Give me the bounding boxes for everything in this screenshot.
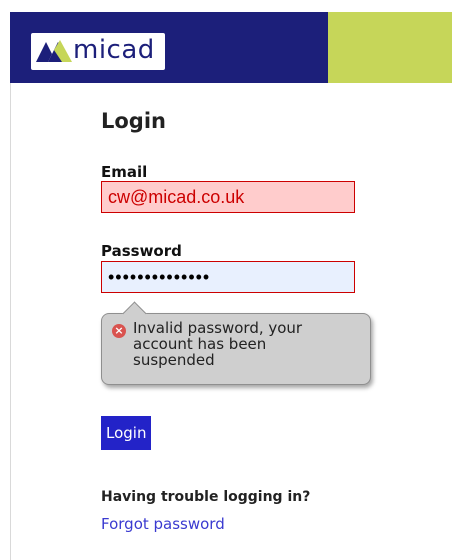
error-tooltip: × Invalid password, your account has bee… (101, 301, 371, 385)
page-title: Login (101, 109, 166, 133)
error-x-icon: × (112, 324, 126, 338)
site-header: micad (10, 12, 452, 83)
login-page: micad Login Email Password × Invalid pas… (0, 0, 452, 560)
error-message: Invalid password, your account has been … (133, 319, 303, 369)
email-field[interactable] (101, 181, 355, 213)
header-brand-bar: micad (10, 12, 328, 83)
micad-logo[interactable]: micad (31, 33, 165, 70)
logo-mark-icon (36, 40, 72, 62)
content-left-border (10, 83, 11, 560)
forgot-password-link[interactable]: Forgot password (101, 514, 225, 534)
email-label: Email (101, 163, 148, 181)
header-accent-bar (328, 12, 452, 83)
trouble-heading: Having trouble logging in? (101, 489, 311, 505)
password-field[interactable] (101, 261, 355, 293)
logo-text: micad (73, 35, 155, 65)
password-label: Password (101, 242, 182, 260)
login-button[interactable]: Login (101, 416, 152, 450)
